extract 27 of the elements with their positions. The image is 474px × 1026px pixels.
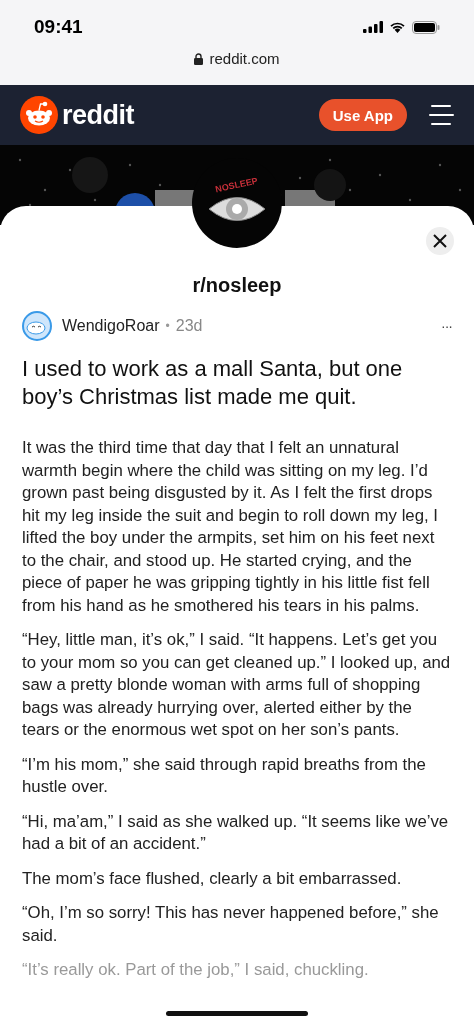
use-app-button[interactable]: Use App (318, 99, 407, 131)
battery-icon (412, 20, 440, 34)
close-button[interactable] (426, 227, 454, 255)
post-paragraph: “Oh, I’m so sorry! This has never happened before,” she said. (22, 902, 440, 947)
address-bar[interactable]: reddit.com (182, 50, 292, 67)
lock-icon (194, 52, 204, 65)
separator-dot: • (165, 319, 170, 333)
post-paragraph: The mom’s face flushed, clearly a bit embarrassed. (22, 867, 403, 890)
community-banner-text: NOSLEEP (214, 175, 260, 195)
reddit-alien-icon (20, 96, 58, 134)
author-name[interactable]: WendigoRoar (62, 317, 160, 335)
signal-icon (363, 21, 383, 33)
post-paragraph: “I’m his mom,” she said through rapid breaths from the hustle over. (22, 753, 427, 798)
post-paragraph: “Hey, little man, it’s ok,” I said. “It happens. Let’s get you to your mom so you can get cleaned up.” I looked up, and saw a pretty blonde woman with arms full of shopping bags was already hurrying over, alerted either by the tears or the enormous wet spot on her son’s pants. (22, 629, 452, 741)
post-paragraph: It was the third time that day that I felt an unnatural warmth begin where the child was sitting on my leg. I’d grown past being disgusted by it. As I felt the first drops hit my leg inside the suit and begin to roll down my leg, I lifted the boy under the armpits, set him on his feet next to the chair, and stood up. He started crying, and the piece of paper he was gripping tightly in his little fist fell from his hand as he smothered his tears in his palms. (22, 437, 440, 617)
post-title: I used to work as a mall Santa, but one boy’s Christmas list made me quit. (22, 355, 404, 411)
community-name[interactable]: r/nosleep (177, 274, 297, 297)
reddit-wordmark: reddit (62, 99, 134, 131)
post-paragraph: “It’s really ok. Part of the job,” I said, chuckling. (22, 959, 370, 981)
post-age: 23d (175, 317, 203, 335)
more-options-button[interactable]: ··· (441, 318, 452, 334)
close-icon (433, 234, 447, 248)
user-avatar-icon (22, 311, 52, 341)
status-time: 09:41 (34, 16, 83, 38)
wifi-icon (389, 21, 406, 33)
post-paragraph: “Hi, ma’am,” I said as she walked up. “It seems like we’ve had a bit of an accident.” (22, 810, 450, 855)
menu-icon[interactable] (429, 105, 454, 125)
